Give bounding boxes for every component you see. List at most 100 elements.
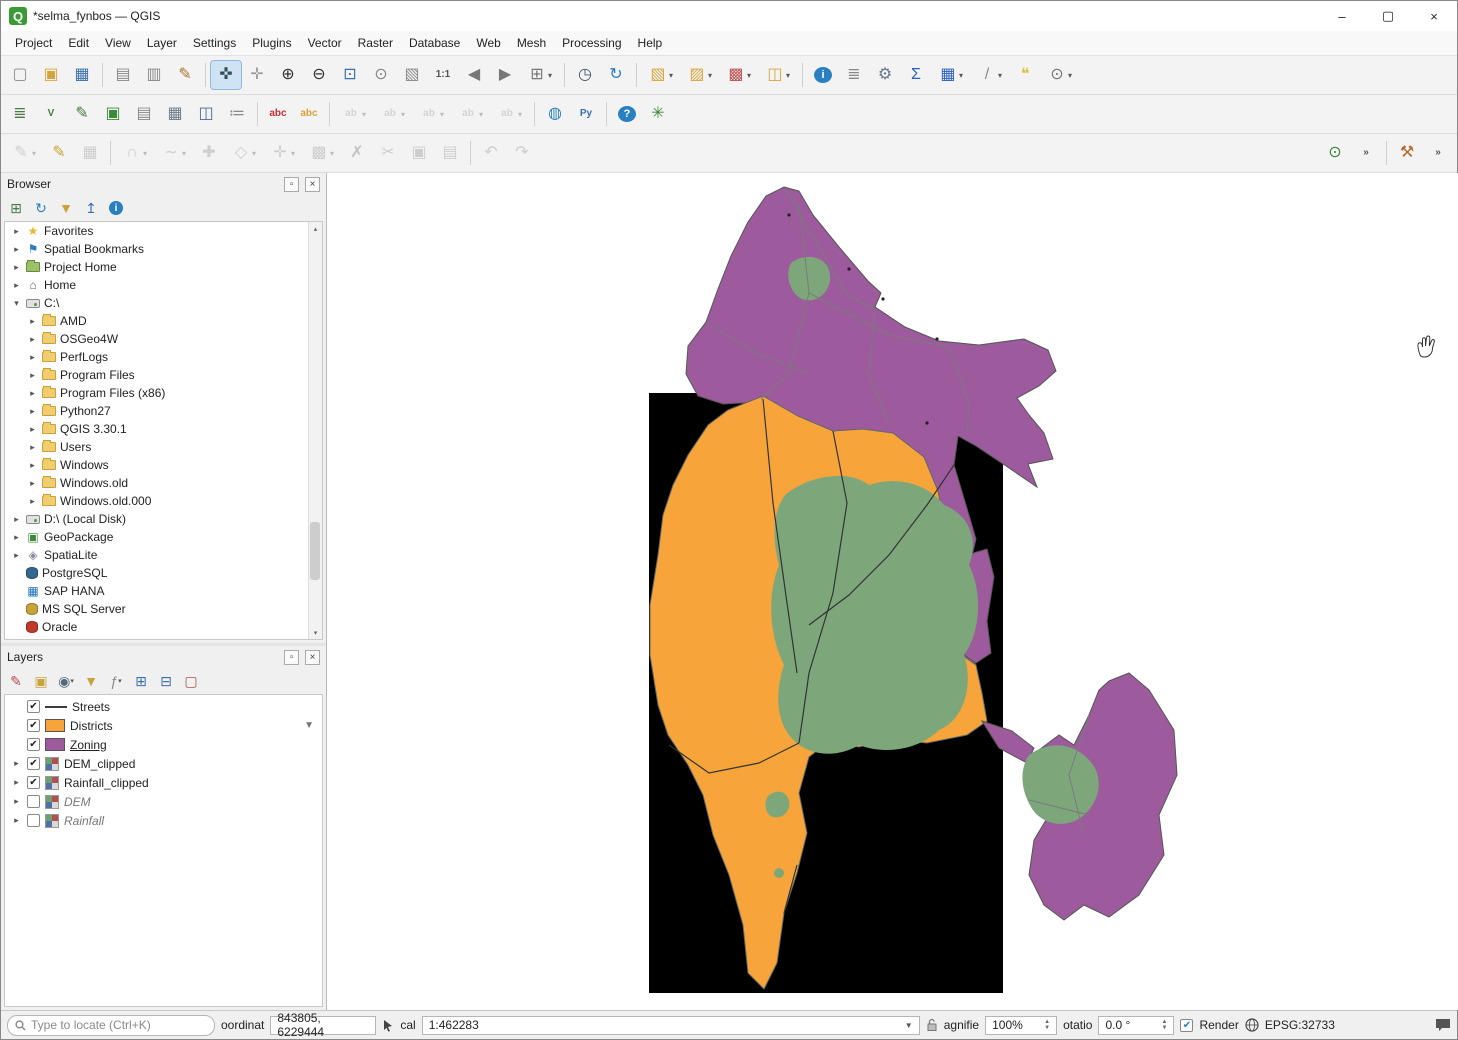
open-layer-styling-button[interactable]: ✎ (5, 670, 27, 692)
browser-item-python27[interactable]: ▸Python27 (5, 402, 322, 420)
menu-edit[interactable]: Edit (60, 33, 97, 53)
move-label-button[interactable]: ab▾ (413, 100, 451, 128)
render-checkbox[interactable]: ✔ (1180, 1019, 1193, 1032)
layer-diagram-button[interactable]: abc (294, 100, 324, 128)
browser-item-ms-sql-server[interactable]: MS SQL Server (5, 600, 322, 618)
current-edits-button[interactable]: ✎▾ (5, 139, 43, 167)
deselect-features-button[interactable]: ▩▾ (720, 61, 758, 89)
open-attribute-table-button[interactable]: ▦▾ (932, 61, 970, 89)
menu-plugins[interactable]: Plugins (244, 33, 299, 53)
filter-legend-expression-button[interactable]: ƒ▾ (105, 670, 127, 692)
plugin-tools-button[interactable]: ⚒ (1392, 139, 1422, 167)
browser-item-program-files-x86[interactable]: ▸Program Files (x86) (5, 384, 322, 402)
browser-item-home[interactable]: ▸⌂Home (5, 276, 322, 294)
refresh-map-button[interactable]: ↻ (601, 61, 631, 89)
expand-arrow-icon[interactable]: ▸ (11, 532, 22, 543)
browser-item-d-local-disk[interactable]: ▸D:\ (Local Disk) (5, 510, 322, 528)
metasearch-catalog-button[interactable]: ◍ (540, 100, 570, 128)
browser-item-windows-old-000[interactable]: ▸Windows.old.000 (5, 492, 322, 510)
toolbar-overflow-1-button[interactable]: » (1351, 139, 1381, 167)
save-project-button[interactable]: ▦ (67, 61, 97, 89)
delete-selected-button[interactable]: ✗ (342, 139, 372, 167)
layer-row-districts[interactable]: ✔Districts▼ (5, 716, 322, 735)
browser-item-windows-old[interactable]: ▸Windows.old (5, 474, 322, 492)
browser-scrollbar[interactable]: ▴ ▾ (308, 222, 322, 639)
data-source-manager-button[interactable]: ≣ (5, 100, 35, 128)
expand-arrow-icon[interactable]: ▸ (11, 226, 22, 237)
expand-arrow-icon[interactable]: ▸ (27, 406, 38, 417)
browser-properties-button[interactable]: i (105, 197, 127, 219)
layer-row-rainfall-clipped[interactable]: ▸✔Rainfall_clipped (5, 773, 322, 792)
map-canvas[interactable] (327, 173, 1458, 1010)
save-layer-edits-button[interactable]: ▦ (75, 139, 105, 167)
select-by-location-button[interactable]: ◫▾ (759, 61, 797, 89)
copy-features-button[interactable]: ▣ (404, 139, 434, 167)
scale-dropdown-arrow-icon[interactable]: ▼ (905, 1021, 913, 1030)
expand-arrow-icon[interactable]: ▸ (11, 777, 22, 788)
pan-to-selection-button[interactable]: ✛ (242, 61, 272, 89)
zoom-full-button[interactable]: ⊡ (335, 61, 365, 89)
browser-item-osgeo4w[interactable]: ▸OSGeo4W (5, 330, 322, 348)
undo-button[interactable]: ↶ (476, 139, 506, 167)
browser-item-windows[interactable]: ▸Windows (5, 456, 322, 474)
add-vector-layer-button[interactable]: V (36, 100, 66, 128)
layer-visibility-checkbox[interactable] (27, 814, 40, 827)
menu-raster[interactable]: Raster (350, 33, 401, 53)
temporal-controller-button[interactable]: ◷ (570, 61, 600, 89)
layer-row-zoning[interactable]: ✔Zoning (5, 735, 322, 754)
filter-browser-button[interactable]: ▼ (55, 197, 77, 219)
add-mesh-layer-button[interactable]: ◫ (191, 100, 221, 128)
browser-close-button[interactable]: × (305, 177, 320, 192)
zoom-out-button[interactable]: ⊖ (304, 61, 334, 89)
menu-project[interactable]: Project (7, 33, 60, 53)
browser-item-favorites[interactable]: ▸★Favorites (5, 222, 322, 240)
expand-arrow-icon[interactable]: ▸ (27, 370, 38, 381)
layer-visibility-checkbox[interactable]: ✔ (27, 738, 40, 751)
options-gear-button[interactable]: ⚙ (870, 61, 900, 89)
expand-arrow-icon[interactable]: ▸ (27, 334, 38, 345)
cut-features-button[interactable]: ✂ (373, 139, 403, 167)
browser-item-users[interactable]: ▸Users (5, 438, 322, 456)
expand-arrow-icon[interactable]: ▸ (27, 442, 38, 453)
add-group-button[interactable]: ▣ (30, 670, 52, 692)
map-tips-button[interactable]: ❝ (1010, 61, 1040, 89)
manage-map-themes-button[interactable]: ◉▾ (55, 670, 77, 692)
show-statistics-button[interactable]: Σ (901, 61, 931, 89)
help-contents-button[interactable]: ? (612, 100, 642, 128)
menu-processing[interactable]: Processing (554, 33, 629, 53)
expand-arrow-icon[interactable]: ▸ (11, 796, 22, 807)
rotate-label-button[interactable]: ab▾ (452, 100, 490, 128)
expand-arrow-icon[interactable]: ▸ (11, 815, 22, 826)
expand-arrow-icon[interactable]: ▸ (11, 280, 22, 291)
python-console-button[interactable]: Py (571, 100, 601, 128)
filter-indicator-icon[interactable]: ▼ (304, 720, 314, 731)
browser-item-c[interactable]: ▾C:\ (5, 294, 322, 312)
pin-labels-button[interactable]: ab▾ (335, 100, 373, 128)
menu-settings[interactable]: Settings (185, 33, 244, 53)
pan-map-button[interactable]: ✜ (211, 61, 241, 89)
stream-digitizing-button[interactable]: ∼▾ (155, 139, 193, 167)
zoom-next-button[interactable]: ▶ (490, 61, 520, 89)
new-map-view-button[interactable]: ⊞▾ (521, 61, 559, 89)
identify-features-button[interactable]: i (808, 61, 838, 89)
browser-item-project-home[interactable]: ▸Project Home (5, 258, 322, 276)
digitize-with-curve-button[interactable]: ∩▾ (116, 139, 154, 167)
expand-arrow-icon[interactable]: ▸ (27, 424, 38, 435)
scroll-up-icon[interactable]: ▴ (309, 222, 322, 235)
expand-all-button[interactable]: ⊞ (130, 670, 152, 692)
expand-arrow-icon[interactable]: ▸ (11, 244, 22, 255)
layers-close-button[interactable]: × (305, 650, 320, 665)
new-shapefile-layer-button[interactable]: ✎ (67, 100, 97, 128)
expand-arrow-icon[interactable]: ▸ (11, 758, 22, 769)
menu-mesh[interactable]: Mesh (509, 33, 554, 53)
crs-globe-icon[interactable] (1245, 1018, 1259, 1032)
layer-visibility-checkbox[interactable]: ✔ (27, 776, 40, 789)
processing-toolbox-button[interactable]: ✳ (643, 100, 673, 128)
expand-arrow-icon[interactable]: ▸ (11, 514, 22, 525)
layer-row-dem-clipped[interactable]: ▸✔DEM_clipped (5, 754, 322, 773)
redo-button[interactable]: ↷ (507, 139, 537, 167)
zoom-last-button[interactable]: ◀ (459, 61, 489, 89)
close-button[interactable]: × (1411, 1, 1457, 31)
expand-arrow-icon[interactable]: ▸ (27, 316, 38, 327)
filter-legend-button[interactable]: ▼ (80, 670, 102, 692)
